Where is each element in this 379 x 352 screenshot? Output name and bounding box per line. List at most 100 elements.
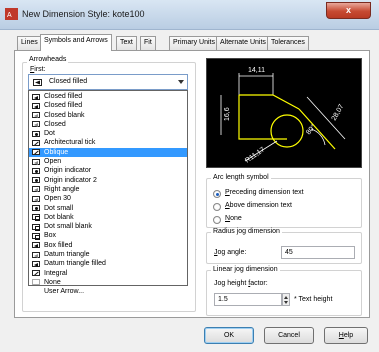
arrowhead-none-icon: [32, 279, 40, 286]
preview-dim-top: 14,11: [248, 67, 265, 74]
tab-alternate-units[interactable]: Alternate Units: [216, 36, 270, 50]
arrowhead-dot-icon: [32, 167, 40, 174]
preview-dim-left: 16,6: [224, 107, 231, 121]
preview-dim-radius: R11,17: [244, 146, 266, 164]
arrowhead-tick-icon: [32, 139, 40, 146]
arrowhead-blank-icon: [32, 186, 40, 193]
jog-height-factor-label: Jog height factor:: [214, 280, 268, 287]
arrowhead-option-label: Architectural tick: [44, 139, 96, 147]
preceding-label[interactable]: Preceding dimension text: [225, 189, 304, 196]
arrowhead-option-label: Closed blank: [44, 111, 85, 119]
tab-symbols-and-arrows[interactable]: Symbols and Arrows: [40, 34, 112, 51]
arrowhead-option-label: Origin indicator 2: [44, 176, 97, 184]
arrowhead-blank-icon: [32, 251, 40, 258]
spin-up-icon[interactable]: [284, 296, 288, 299]
arrowhead-options-list[interactable]: Closed filled Closed filled Closed blank Cl…: [28, 90, 188, 295]
title-bar[interactable]: A New Dimension Style: kote100 x: [0, 0, 379, 30]
tab-tolerances[interactable]: Tolerances: [267, 36, 309, 50]
arrowhead-dot-icon: [32, 205, 40, 212]
arrowhead-option[interactable]: User Arrow...: [29, 287, 187, 296]
linear-jog-group-label: Linear jog dimension: [211, 266, 280, 273]
arrowhead-option-label: Oblique: [44, 148, 69, 156]
arrowhead-option[interactable]: Dot small blank: [29, 222, 187, 231]
arrowhead-option[interactable]: Origin indicator: [29, 166, 187, 175]
spin-down-icon[interactable]: [284, 301, 288, 304]
arrowhead-option[interactable]: Box: [29, 231, 187, 240]
arrowhead-option[interactable]: Dot: [29, 129, 187, 138]
arrowhead-blank-icon: [32, 195, 40, 202]
arrowhead-option-label: Open 30: [44, 195, 71, 203]
arrowhead-option[interactable]: Closed: [29, 120, 187, 129]
arrowhead-option-label: Box: [44, 232, 57, 240]
arrowhead-option-label: Dot blank: [44, 213, 74, 221]
window-title: New Dimension Style: kote100: [22, 9, 145, 19]
tab-text[interactable]: Text: [116, 36, 137, 50]
arrowhead-option[interactable]: None: [29, 278, 187, 287]
jog-height-spinner[interactable]: [282, 293, 290, 306]
arrowhead-option[interactable]: Open: [29, 157, 187, 166]
arrowhead-option[interactable]: Oblique: [29, 147, 187, 158]
arrowhead-option-label: Open: [44, 158, 62, 166]
arrowhead-option[interactable]: Box filled: [29, 241, 187, 250]
preview-dim-angle: 80°: [304, 123, 317, 136]
arrowhead-fill-icon: [32, 242, 40, 249]
arrowhead-option-label: Origin indicator: [44, 167, 92, 175]
arrowhead-option[interactable]: Origin indicator 2: [29, 176, 187, 185]
cancel-button[interactable]: Cancel: [264, 327, 314, 344]
arrowhead-option[interactable]: Datum triangle filled: [29, 259, 187, 268]
arrowhead-option-label: Datum triangle: [44, 251, 90, 259]
above-label[interactable]: Above dimension text: [225, 202, 292, 209]
jog-angle-input[interactable]: 45: [281, 246, 355, 259]
tab-lines[interactable]: Lines: [17, 36, 42, 50]
jog-height-factor-input[interactable]: 1.5: [214, 293, 282, 306]
chevron-down-icon[interactable]: [178, 80, 184, 84]
arrowhead-option[interactable]: Closed filled: [29, 92, 187, 101]
arrowhead-option[interactable]: Architectural tick: [29, 138, 187, 147]
arrowhead-box-icon: [32, 223, 40, 231]
arrowhead-fill-icon: [32, 260, 40, 267]
arrowhead-fill-icon: [32, 102, 40, 109]
closed-filled-icon: [33, 79, 42, 86]
arrowhead-blank-icon: [32, 121, 40, 128]
arc-length-group-label: Arc length symbol: [211, 174, 271, 181]
dimension-preview: 14,11 16,6 28,07 R11,17 80°: [206, 58, 362, 168]
help-button[interactable]: Help: [324, 327, 368, 344]
radio-preceding[interactable]: [213, 190, 221, 198]
autocad-app-icon: A: [5, 8, 18, 20]
arrowhead-option-label: None: [44, 278, 61, 286]
arrowhead-blank-icon: [32, 112, 40, 119]
arrowhead-option[interactable]: Closed blank: [29, 111, 187, 120]
arrowhead-option-label: Closed filled: [44, 93, 83, 100]
ok-button[interactable]: OK: [204, 327, 254, 344]
first-arrowhead-value: Closed filled: [49, 78, 88, 85]
none-label[interactable]: None: [225, 215, 242, 222]
radius-jog-group-label: Radius jog dimension: [211, 228, 282, 235]
arrowhead-option-label: Datum triangle filled: [44, 260, 106, 268]
preview-drawing: 14,11 16,6 28,07 R11,17 80°: [220, 67, 346, 165]
arrowhead-tick-icon: [32, 270, 40, 277]
arrowhead-dot-icon: [32, 130, 40, 137]
arrowhead-option[interactable]: Open 30: [29, 194, 187, 203]
tab-fit[interactable]: Fit: [140, 36, 156, 50]
arrowhead-option[interactable]: Integral: [29, 269, 187, 278]
arrowhead-option[interactable]: Right angle: [29, 185, 187, 194]
first-arrowhead-dropdown[interactable]: Closed filled: [28, 74, 188, 90]
arrowhead-option[interactable]: Dot small: [29, 204, 187, 213]
first-label: First:: [30, 66, 46, 73]
radio-none[interactable]: [213, 216, 221, 224]
arrowhead-option[interactable]: Datum triangle: [29, 250, 187, 259]
close-button[interactable]: x: [326, 2, 371, 19]
arrowhead-option-label: User Arrow...: [44, 288, 85, 296]
jog-angle-label: Jog angle:: [214, 249, 247, 256]
arrowhead-option-label: Integral: [44, 269, 68, 277]
arrowhead-option-label: Closed: [44, 120, 66, 128]
arrowhead-option-label: Dot small blank: [44, 223, 92, 231]
arrowhead-blank-icon: [32, 158, 40, 165]
radio-above[interactable]: [213, 203, 221, 211]
arrowhead-option[interactable]: Dot blank: [29, 213, 187, 222]
tab-primary-units[interactable]: Primary Units: [169, 36, 220, 50]
arrowhead-option-label: Box filled: [44, 241, 73, 249]
preview-dim-right: 28,07: [331, 103, 346, 122]
arrowhead-dot-icon: [32, 177, 40, 184]
arrowhead-option[interactable]: Closed filled: [29, 101, 187, 110]
